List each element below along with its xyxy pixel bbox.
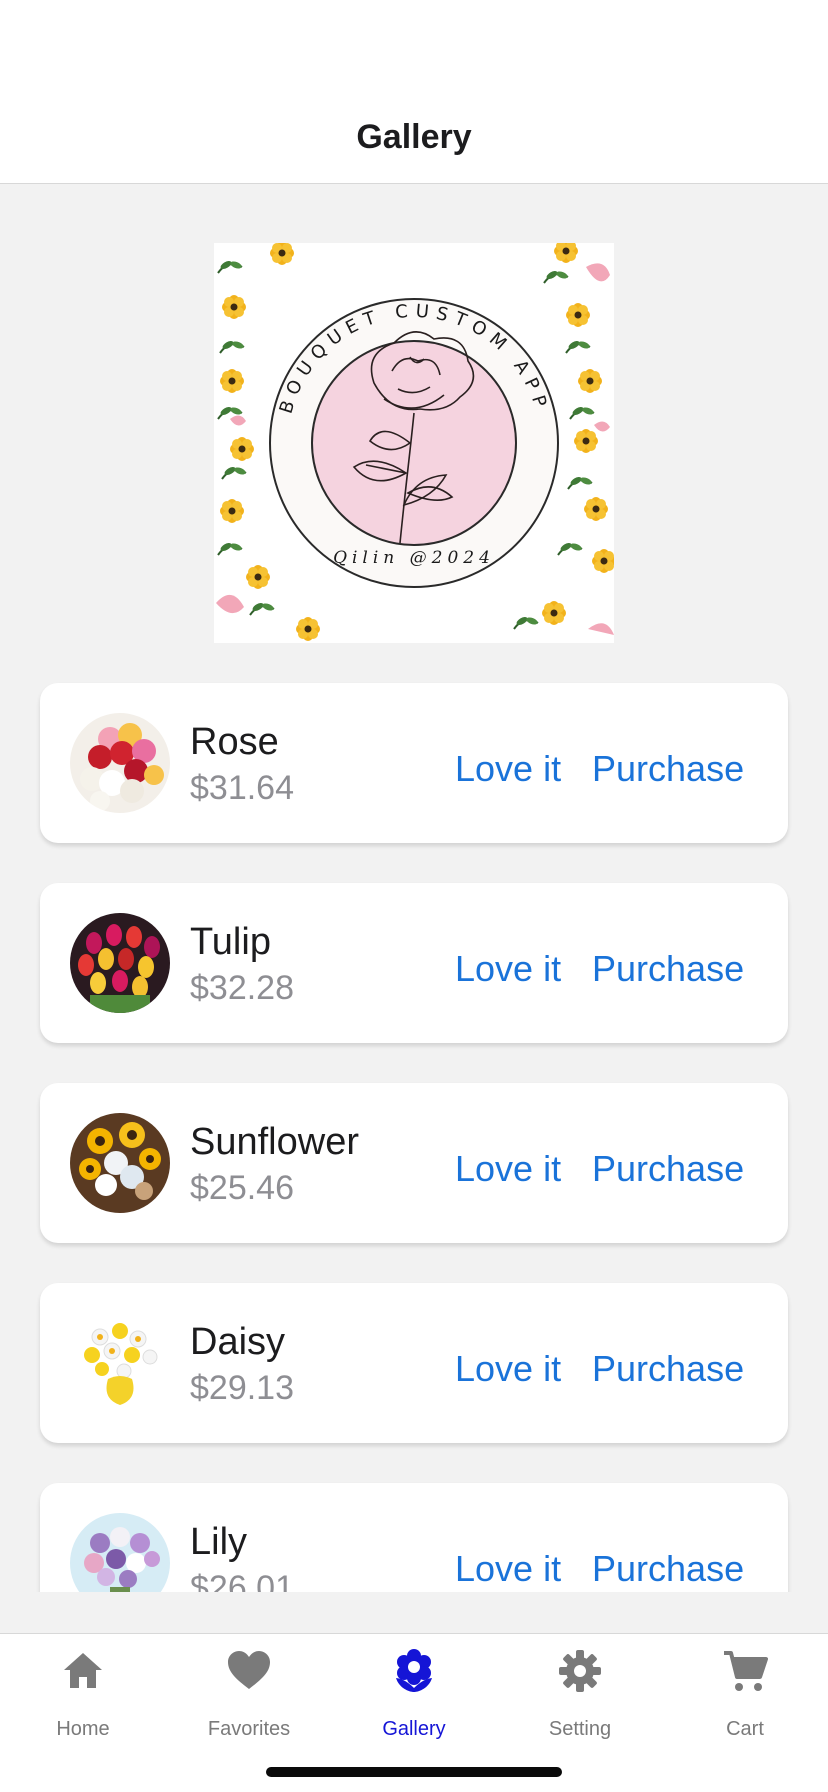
purchase-button[interactable]: Purchase [592, 1348, 744, 1390]
tulip-bouquet-thumbnail [70, 913, 170, 1013]
flower-icon [396, 1649, 432, 1692]
lily-bouquet-thumbnail [70, 1513, 170, 1592]
sunflower-bouquet-thumbnail [70, 1113, 170, 1213]
love-it-button[interactable]: Love it [455, 1348, 561, 1390]
product-card-tulip: Tulip $32.28 Love it Purchase [40, 883, 788, 1043]
love-it-button[interactable]: Love it [455, 1548, 561, 1590]
tab-label: Favorites [207, 1718, 291, 1740]
tab-label: Gallery [382, 1718, 446, 1740]
tab-cart[interactable]: Cart [662, 1634, 828, 1754]
home-icon [64, 1653, 102, 1688]
product-price: $29.13 [190, 1369, 294, 1407]
tab-gallery[interactable]: Gallery [331, 1634, 497, 1754]
tab-home[interactable]: Home [0, 1634, 166, 1754]
product-card-daisy: Daisy $29.13 Love it Purchase [40, 1283, 788, 1443]
product-name: Daisy [190, 1321, 286, 1363]
product-card-rose: Rose $31.64 Love it Purchase [40, 683, 788, 843]
love-it-button[interactable]: Love it [455, 1148, 561, 1190]
purchase-button[interactable]: Purchase [592, 1148, 744, 1190]
svg-text:Qilin @2024: Qilin @2024 [333, 548, 495, 568]
page-title: Gallery [356, 118, 472, 156]
tab-label: Cart [726, 1718, 764, 1740]
bouquet-logo-image: BOUQUET CUSTOM APP Qilin @2024 [214, 243, 614, 643]
product-name: Tulip [190, 921, 271, 963]
product-price: $31.64 [190, 769, 294, 807]
product-price: $26.01 [190, 1569, 294, 1592]
love-it-button[interactable]: Love it [455, 948, 561, 990]
navigation-header: Gallery [0, 0, 828, 184]
tab-label: Home [56, 1718, 110, 1740]
rose-bouquet-thumbnail [70, 713, 170, 813]
gear-icon [559, 1650, 601, 1692]
tab-setting[interactable]: Setting [497, 1634, 663, 1754]
daisy-bouquet-thumbnail [70, 1313, 170, 1413]
purchase-button[interactable]: Purchase [592, 1548, 744, 1590]
product-name: Lily [190, 1521, 248, 1563]
heart-icon [228, 1651, 270, 1689]
tab-favorites[interactable]: Favorites [166, 1634, 332, 1754]
product-name: Rose [190, 721, 279, 763]
love-it-button[interactable]: Love it [455, 748, 561, 790]
tab-label: Setting [548, 1718, 612, 1740]
product-card-sunflower: Sunflower $25.46 Love it Purchase [40, 1083, 788, 1243]
product-name: Sunflower [190, 1121, 359, 1163]
product-card-lily: Lily $26.01 Love it Purchase [40, 1483, 788, 1592]
home-indicator[interactable] [266, 1767, 562, 1777]
product-price: $25.46 [190, 1169, 294, 1207]
cart-icon [724, 1651, 768, 1691]
gallery-content[interactable]: BOUQUET CUSTOM APP Qilin @2024 Rose $31.… [0, 184, 828, 1592]
purchase-button[interactable]: Purchase [592, 948, 744, 990]
product-price: $32.28 [190, 969, 294, 1007]
purchase-button[interactable]: Purchase [592, 748, 744, 790]
